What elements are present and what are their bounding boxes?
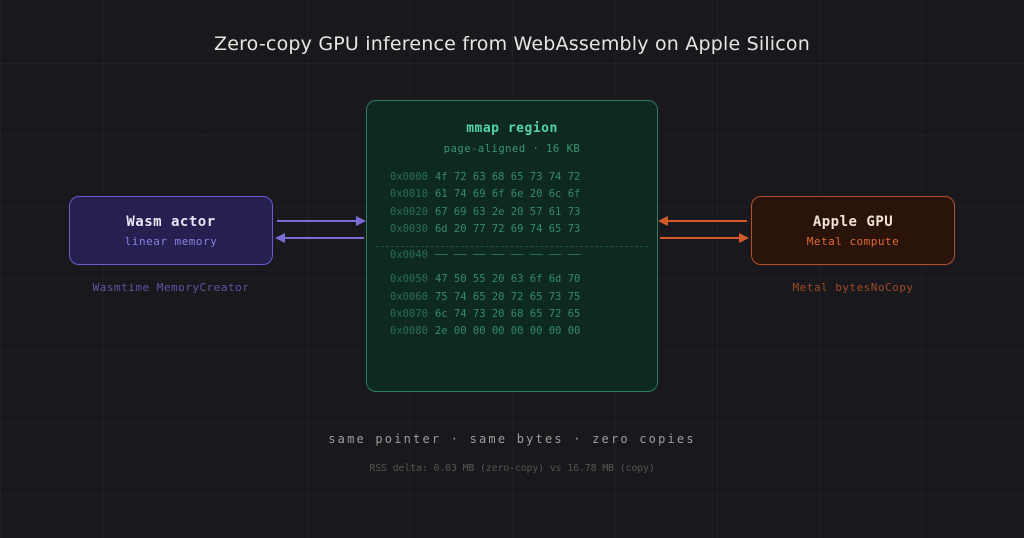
hex-row: 0x0070 6c 74 73 20 68 65 72 65 <box>390 306 657 323</box>
footer-rss-metric: RSS delta: 0.03 MB (zero-copy) vs 16.78 … <box>0 463 1024 474</box>
page-title: Zero-copy GPU inference from WebAssembly… <box>0 33 1024 55</box>
footer-summary: same pointer · same bytes · zero copies <box>0 432 1024 446</box>
hex-address: 0x0030 <box>390 223 428 235</box>
apple-gpu-caption: Metal bytesNoCopy <box>703 281 1003 294</box>
arrow-gpu-to-mmap-icon <box>658 216 747 226</box>
hex-dump: 0x0000 4f 72 63 68 65 73 74 72 0x0010 61 7… <box>390 169 657 341</box>
hex-address: 0x0070 <box>390 308 428 320</box>
hex-row: 0x0030 6d 20 77 72 69 74 65 73 <box>390 221 657 238</box>
mmap-region-node: mmap region page-aligned · 16 KB 0x0000 4… <box>366 100 658 392</box>
hex-address: 0x0000 <box>390 171 428 183</box>
hex-bytes: 6c 74 73 20 68 65 72 65 <box>435 308 580 320</box>
hex-bytes: 4f 72 63 68 65 73 74 72 <box>435 171 580 183</box>
wasm-actor-title: Wasm actor <box>126 214 215 230</box>
hex-row: 0x0060 75 74 65 20 72 65 73 75 <box>390 289 657 306</box>
hex-row: 0x0010 61 74 69 6f 6e 20 6c 6f <box>390 186 657 203</box>
hex-bytes: ── ── ── ── ── ── ── ── <box>435 249 580 261</box>
wasm-actor-subtitle: linear memory <box>125 235 218 248</box>
arrow-mmap-to-wasm-icon <box>275 233 364 243</box>
mmap-region-subtitle: page-aligned · 16 KB <box>367 141 657 157</box>
hex-address: 0x0050 <box>390 273 428 285</box>
hex-row: 0x0080 2e 00 00 00 00 00 00 00 <box>390 323 657 340</box>
hex-bytes: 2e 00 00 00 00 00 00 00 <box>435 325 580 337</box>
hex-bytes: 75 74 65 20 72 65 73 75 <box>435 291 580 303</box>
hex-bytes: 61 74 69 6f 6e 20 6c 6f <box>435 188 580 200</box>
hex-bytes: 47 50 55 20 63 6f 6d 70 <box>435 273 580 285</box>
wasm-actor-node: Wasm actor linear memory <box>69 196 273 265</box>
mmap-region-title: mmap region <box>367 119 657 139</box>
hex-row: 0x0000 4f 72 63 68 65 73 74 72 <box>390 169 657 186</box>
hex-row: 0x0020 67 69 63 2e 20 57 61 73 <box>390 204 657 221</box>
page-boundary-dashed-line <box>376 246 648 247</box>
apple-gpu-title: Apple GPU <box>813 214 893 230</box>
arrow-wasm-to-mmap-icon <box>277 216 366 226</box>
hex-address: 0x0020 <box>390 206 428 218</box>
hex-bytes: 6d 20 77 72 69 74 65 73 <box>435 223 580 235</box>
arrow-mmap-to-gpu-icon <box>660 233 749 243</box>
hex-address: 0x0010 <box>390 188 428 200</box>
apple-gpu-subtitle: Metal compute <box>807 235 900 248</box>
hex-address: 0x0080 <box>390 325 428 337</box>
hex-address: 0x0040 <box>390 249 428 261</box>
hex-row: 0x0050 47 50 55 20 63 6f 6d 70 <box>390 271 657 288</box>
hex-bytes: 67 69 63 2e 20 57 61 73 <box>435 206 580 218</box>
hex-row-page-boundary: 0x0040 ── ── ── ── ── ── ── ── <box>390 247 657 264</box>
wasm-actor-caption: Wasmtime MemoryCreator <box>21 281 321 294</box>
apple-gpu-node: Apple GPU Metal compute <box>751 196 955 265</box>
hex-address: 0x0060 <box>390 291 428 303</box>
